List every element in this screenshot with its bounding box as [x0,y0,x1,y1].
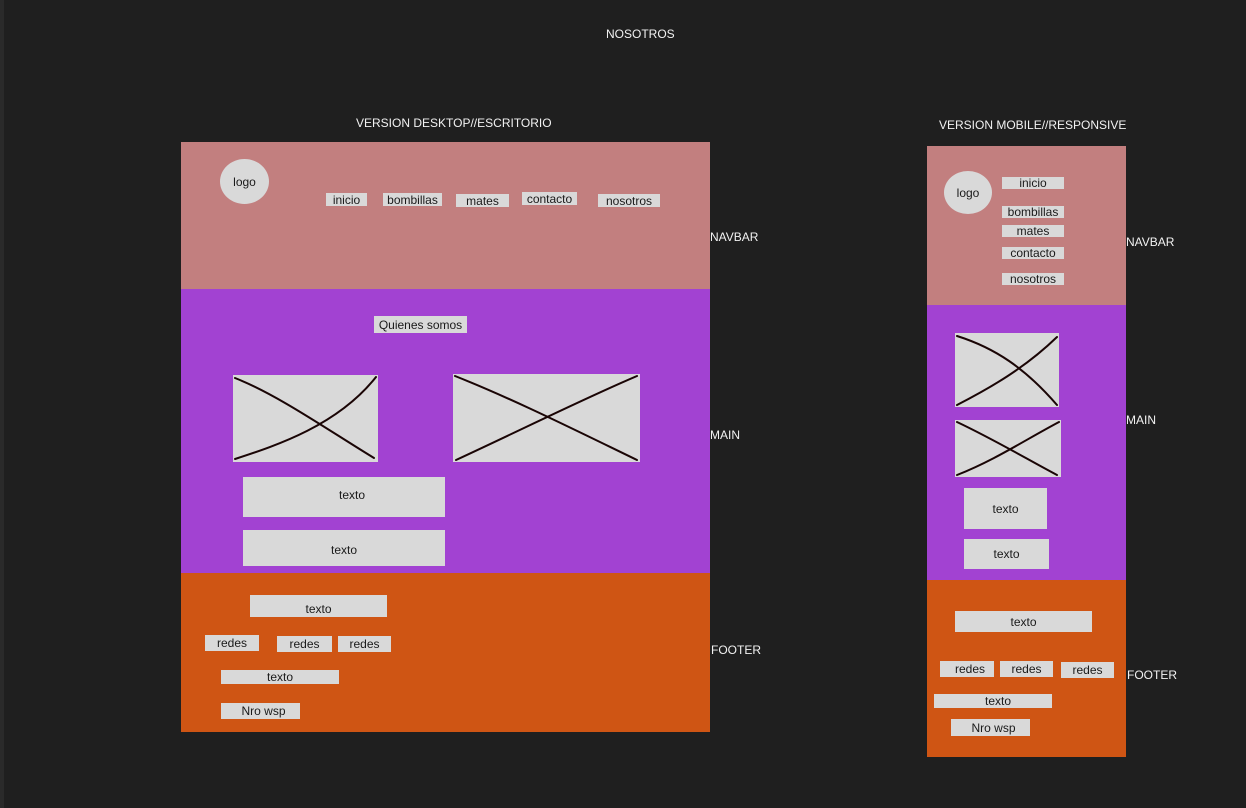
desktop-nav-nosotros[interactable]: nosotros [598,194,660,207]
desktop-footer-redes-3[interactable]: redes [338,636,391,652]
desktop-logo: logo [220,159,269,204]
mobile-footer-text-2: texto [934,694,1052,708]
desktop-label-main: MAIN [710,428,740,442]
desktop-version-title: VERSION DESKTOP//ESCRITORIO [356,116,552,130]
desktop-footer-redes-2[interactable]: redes [277,636,332,652]
desktop-main-text-1: texto [243,477,445,517]
desktop-label-navbar: NAVBAR [710,230,759,244]
desktop-image-placeholder-2 [453,374,640,462]
desktop-nav-bombillas[interactable]: bombillas [383,193,442,206]
mobile-nav-bombillas[interactable]: bombillas [1002,206,1064,218]
mobile-main-text-1: texto [964,488,1047,529]
mobile-logo: logo [944,171,992,214]
mobile-label-footer: FOOTER [1127,668,1177,682]
page-title: NOSOTROS [606,27,675,41]
mobile-main-text-2: texto [964,539,1049,569]
mobile-nav-mates[interactable]: mates [1002,225,1064,237]
desktop-nav-contacto[interactable]: contacto [522,192,577,205]
mobile-label-navbar: NAVBAR [1126,235,1175,249]
mobile-footer-redes-3[interactable]: redes [1061,662,1114,678]
mobile-footer-redes-2[interactable]: redes [1000,661,1053,677]
desktop-footer-text-2: texto [221,670,339,684]
desktop-label-footer: FOOTER [711,643,761,657]
canvas-edge [0,0,4,808]
mobile-image-placeholder-2 [955,420,1061,477]
desktop-nav-inicio[interactable]: inicio [326,193,367,206]
mobile-footer-text: texto [955,611,1092,632]
mobile-image-placeholder-1 [955,333,1059,407]
mobile-version-title: VERSION MOBILE//RESPONSIVE [939,118,1127,132]
desktop-footer-text: texto [250,595,387,617]
mobile-label-main: MAIN [1126,413,1156,427]
mobile-nav-nosotros[interactable]: nosotros [1002,273,1064,285]
desktop-image-placeholder-1 [233,375,378,462]
desktop-nav-mates[interactable]: mates [456,194,509,207]
desktop-main-text-2: texto [243,530,445,566]
mobile-nav-contacto[interactable]: contacto [1002,247,1064,259]
mobile-footer-redes-1[interactable]: redes [940,661,994,677]
mobile-nav-inicio[interactable]: inicio [1002,177,1064,189]
desktop-footer-redes-1[interactable]: redes [205,635,259,651]
desktop-footer-wsp[interactable]: Nro wsp [221,703,300,719]
mobile-footer-wsp[interactable]: Nro wsp [951,719,1030,736]
desktop-main-heading: Quienes somos [374,316,467,333]
